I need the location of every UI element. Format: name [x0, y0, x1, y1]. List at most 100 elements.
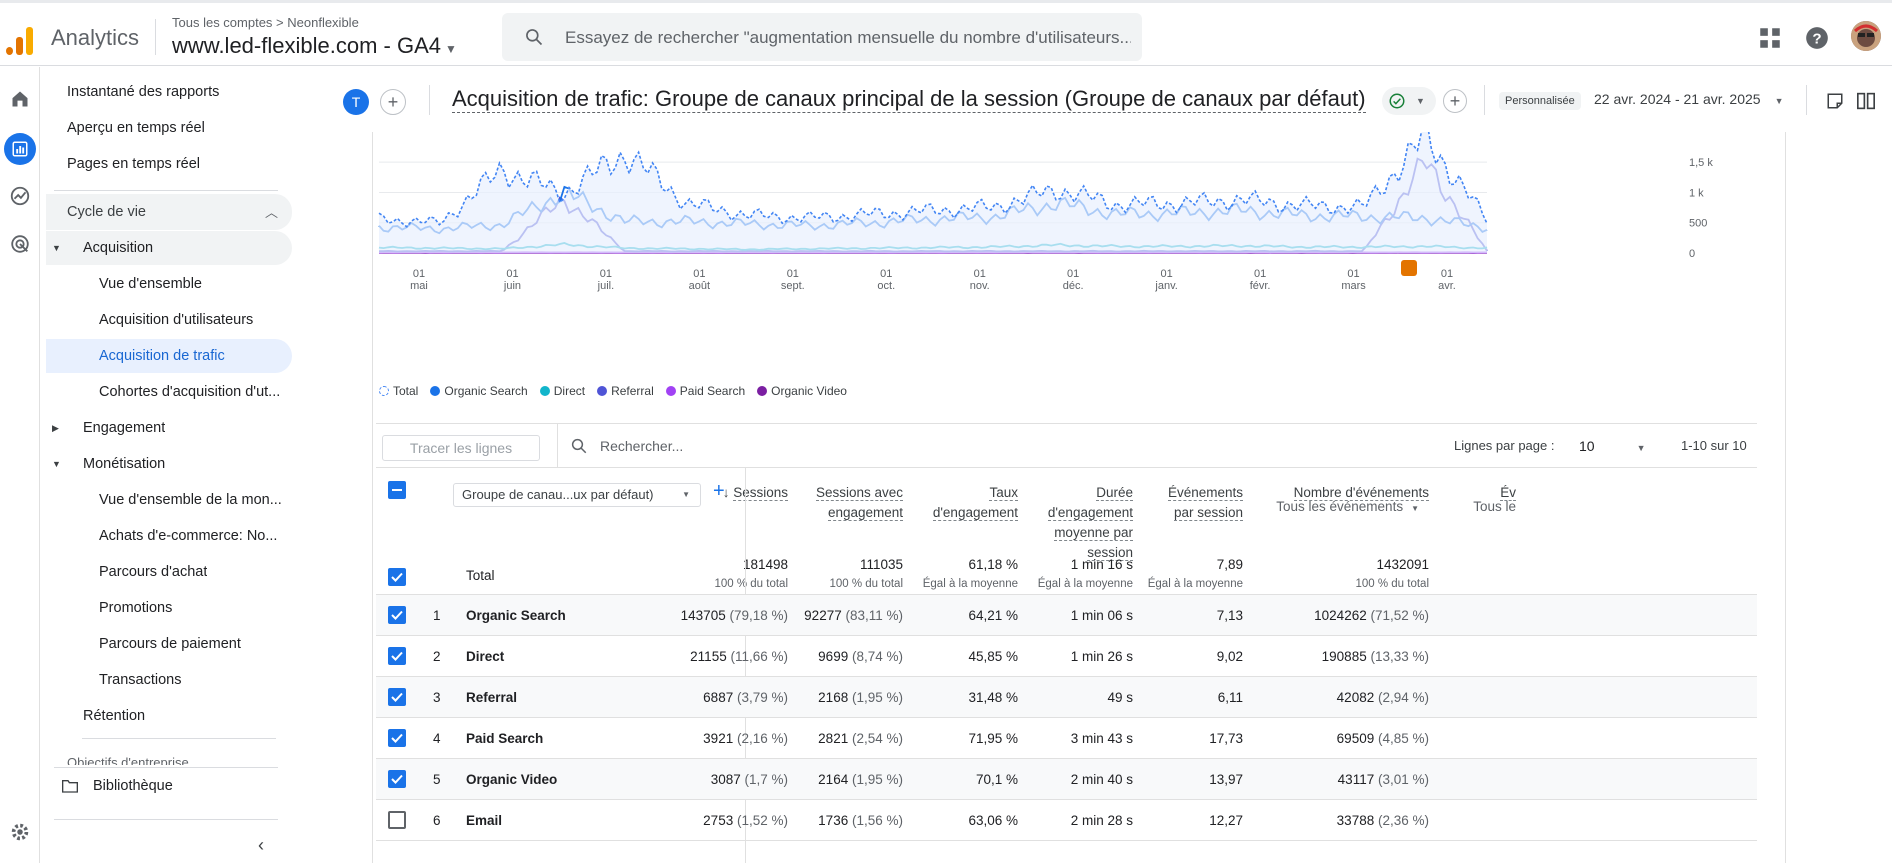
- report-title[interactable]: Acquisition de trafic: Groupe de canaux …: [452, 86, 1366, 113]
- legend-item[interactable]: Organic Video: [757, 384, 847, 398]
- table-row[interactable]: 1 Organic Search 143705 (79,18 %) 92277 (83…: [376, 595, 1757, 636]
- row-rank: 3: [433, 690, 441, 705]
- nav-mon-overview[interactable]: Vue d'ensemble de la mon...: [46, 483, 294, 517]
- plot-rows-button[interactable]: Tracer les lignes: [382, 435, 540, 461]
- nav-transactions[interactable]: Transactions: [46, 663, 294, 697]
- metric-cell: 9699 (8,74 %): [818, 649, 903, 664]
- add-card-plus-icon[interactable]: +: [1443, 89, 1467, 113]
- total-row-checkbox[interactable]: [388, 568, 406, 586]
- nav-business-objectives[interactable]: Objectifs d'entreprise: [67, 755, 267, 765]
- metric-percent: (1,95 %): [848, 690, 903, 705]
- metric-value: 3921: [703, 731, 734, 746]
- nav-promotions[interactable]: Promotions: [46, 591, 294, 625]
- search-bar[interactable]: Essayez de rechercher "augmentation mens…: [502, 13, 1142, 61]
- nav-retention[interactable]: Rétention: [46, 699, 294, 733]
- channel-name[interactable]: Paid Search: [466, 731, 543, 746]
- property-selector[interactable]: www.led-flexible.com - GA4 ▼: [172, 33, 457, 59]
- breadcrumb[interactable]: Tous les comptes > Neonflexible: [172, 15, 359, 30]
- row-checkbox[interactable]: [388, 729, 406, 747]
- nav-realtime-overview[interactable]: Aperçu en temps réel: [46, 111, 294, 145]
- nav-library[interactable]: Bibliothèque: [46, 769, 294, 803]
- total-value: 1432091: [1376, 557, 1429, 572]
- table-row[interactable]: 4 Paid Search 3921 (2,16 %) 2821 (2,54 %) 71…: [376, 718, 1757, 759]
- metric-value: 69509: [1336, 731, 1375, 746]
- analytics-logo-icon[interactable]: [6, 23, 34, 55]
- select-all-checkbox[interactable]: [388, 481, 406, 499]
- nav-realtime-pages[interactable]: Pages en temps réel: [46, 147, 294, 181]
- collapse-chevron-left-icon[interactable]: ‹: [258, 835, 264, 856]
- metric-value: 71,95 %: [968, 731, 1018, 746]
- channel-name[interactable]: Referral: [466, 690, 517, 705]
- annotation-marker-icon[interactable]: [1401, 260, 1417, 276]
- sidebar: Instantané des rapports Aperçu en temps …: [46, 67, 296, 863]
- table-search-input[interactable]: Rechercher...: [600, 438, 683, 454]
- row-checkbox[interactable]: [388, 606, 406, 624]
- column-header[interactable]: Événements par session: [1167, 483, 1243, 523]
- add-comparison-plus-icon[interactable]: +: [380, 89, 406, 115]
- legend-item[interactable]: Organic Search: [430, 384, 528, 398]
- nav-acq-overview[interactable]: Vue d'ensemble: [46, 267, 294, 301]
- legend-swatch-icon: [665, 386, 676, 396]
- row-checkbox[interactable]: [388, 811, 406, 829]
- help-icon[interactable]: ?: [1804, 25, 1830, 51]
- column-header[interactable]: ↓ Sessions: [723, 483, 788, 503]
- row-checkbox[interactable]: [388, 770, 406, 788]
- apps-grid-icon[interactable]: [1757, 25, 1783, 51]
- channel-name[interactable]: Organic Video: [466, 772, 557, 787]
- nav-label: Transactions: [99, 672, 182, 688]
- edit-report-icon[interactable]: [1826, 92, 1844, 110]
- metric-value: 190885: [1321, 649, 1367, 664]
- comparison-avatar[interactable]: T: [343, 89, 369, 115]
- event-filter-dropdown[interactable]: Tous le: [1473, 499, 1516, 514]
- nav-label: Objectifs d'entreprise: [67, 755, 189, 765]
- nav-purchase-journey[interactable]: Parcours d'achat: [46, 555, 294, 589]
- event-filter-dropdown[interactable]: Tous les événements ▼: [1276, 499, 1419, 514]
- metric-value: 2 min 28 s: [1070, 813, 1133, 828]
- nav-user-acquisition[interactable]: Acquisition d'utilisateurs: [46, 303, 294, 337]
- channel-name[interactable]: Email: [466, 813, 502, 828]
- total-subtext: 100 % du total: [1355, 578, 1429, 590]
- legend-item[interactable]: Total: [379, 384, 418, 398]
- column-header[interactable]: Sessions avec engagement: [815, 483, 903, 523]
- nav-label: Rétention: [83, 708, 146, 724]
- legend-label: Total: [393, 384, 419, 398]
- channel-name[interactable]: Organic Search: [466, 608, 566, 623]
- nav-snapshot[interactable]: Instantané des rapports: [46, 75, 294, 109]
- table-row[interactable]: 5 Organic Video 3087 (1,7 %) 2164 (1,95 %) 7…: [376, 759, 1757, 800]
- home-icon[interactable]: [6, 85, 34, 113]
- rows-per-page-select[interactable]: 10 ▼: [1579, 438, 1646, 454]
- legend-item[interactable]: Referral: [597, 384, 654, 398]
- report-status-dropdown[interactable]: ▼: [1382, 87, 1436, 115]
- metric-cell: 69509 (4,85 %): [1337, 731, 1429, 746]
- nav-engagement[interactable]: ▶ Engagement: [46, 411, 294, 445]
- table-row[interactable]: 3 Referral 6887 (3,79 %) 2168 (1,95 %) 31,48…: [376, 677, 1757, 718]
- table-row[interactable]: 6 Email 2753 (1,52 %) 1736 (1,56 %) 63,06 % 2…: [376, 800, 1757, 841]
- nav-monetisation[interactable]: ▼ Monétisation: [46, 447, 294, 481]
- insights-panel-icon[interactable]: [1856, 92, 1876, 110]
- table-row[interactable]: 2 Direct 21155 (11,66 %) 9699 (8,74 %) 45,85…: [376, 636, 1757, 677]
- column-header[interactable]: Durée d'engagement moyenne par session: [1047, 483, 1133, 563]
- nav-acq-cohorts[interactable]: Cohortes d'acquisition d'ut...: [46, 375, 294, 409]
- legend-item[interactable]: Direct: [539, 384, 585, 398]
- column-header[interactable]: Taux d'engagement: [932, 483, 1018, 523]
- date-range-picker[interactable]: 22 avr. 2024 - 21 avr. 2025 ▼: [1594, 91, 1784, 107]
- row-checkbox[interactable]: [388, 647, 406, 665]
- nav-checkout-journey[interactable]: Parcours de paiement: [46, 627, 294, 661]
- nav-section-lifecycle[interactable]: Cycle de vie ︿: [46, 194, 292, 230]
- nav-ecommerce[interactable]: Achats d'e-commerce: No...: [46, 519, 294, 553]
- metric-value: 33788: [1336, 813, 1375, 828]
- reports-icon[interactable]: [4, 133, 36, 165]
- settings-gear-icon[interactable]: [6, 818, 34, 846]
- row-checkbox[interactable]: [388, 688, 406, 706]
- account-avatar[interactable]: [1851, 21, 1881, 51]
- x-tick-label: juil.: [597, 280, 615, 292]
- nav-acquisition[interactable]: ▼ Acquisition: [46, 231, 292, 265]
- metric-cell: 1 min 06 s: [1071, 608, 1133, 623]
- dimension-selector[interactable]: Groupe de canau...ux par défaut) ▼: [453, 483, 701, 507]
- legend-item[interactable]: Paid Search: [665, 384, 745, 398]
- channel-name[interactable]: Direct: [466, 649, 504, 664]
- advertising-icon[interactable]: [6, 230, 34, 258]
- nav-traffic-acquisition[interactable]: Acquisition de trafic: [46, 339, 292, 373]
- explore-icon[interactable]: [6, 182, 34, 210]
- metric-cell: 49 s: [1107, 690, 1133, 705]
